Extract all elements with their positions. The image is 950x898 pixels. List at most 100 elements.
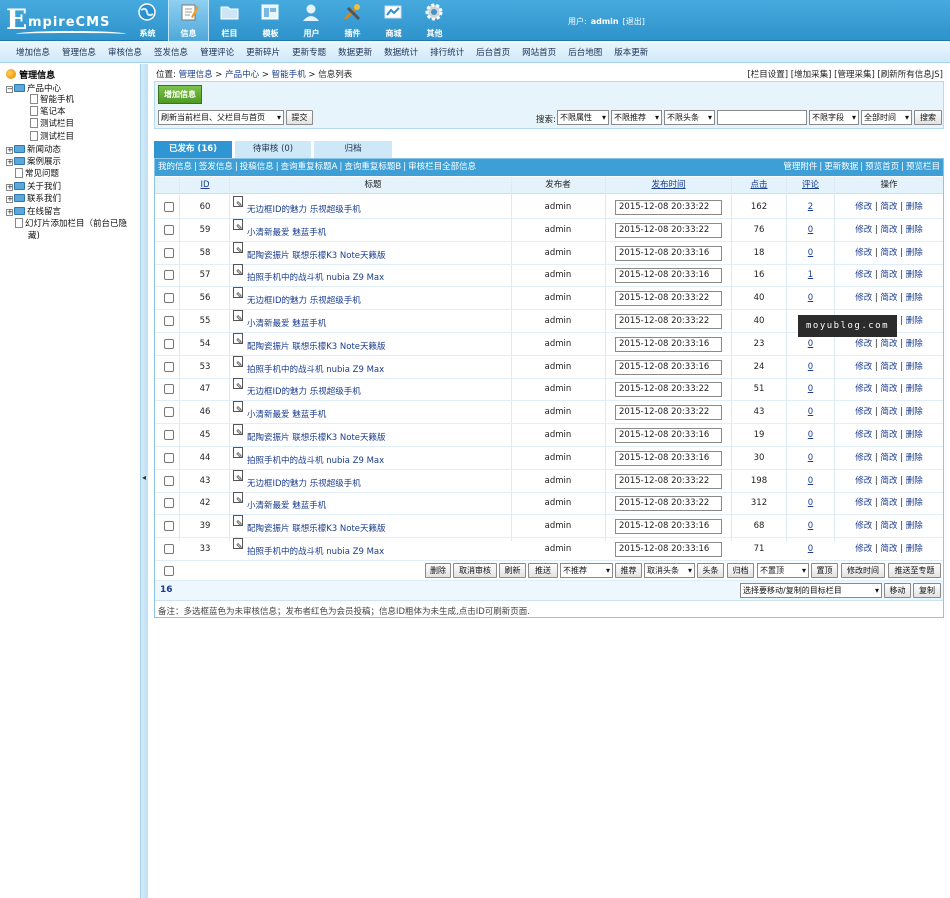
row-id[interactable]: 39 bbox=[185, 515, 225, 538]
row-quick-edit-link[interactable]: 简改 bbox=[880, 248, 897, 258]
expand-icon[interactable]: + bbox=[6, 196, 13, 203]
row-edit-link[interactable]: 修改 bbox=[855, 362, 872, 372]
tree-node[interactable]: + 在线留言 bbox=[6, 205, 61, 217]
expand-icon[interactable]: + bbox=[6, 147, 13, 154]
select-all-checkbox[interactable] bbox=[164, 566, 174, 576]
col-id[interactable]: ID bbox=[185, 177, 225, 194]
tree-node[interactable]: 藏) bbox=[28, 229, 40, 241]
row-comments-link[interactable]: 0 bbox=[808, 544, 813, 554]
top-right-links[interactable]: [栏目设置] [增加采集] [管理采集] [刷新所有信息JS] bbox=[747, 68, 943, 80]
row-title-link[interactable]: 小清新最爱 魅蓝手机 bbox=[247, 228, 326, 238]
row-edit-link[interactable]: 修改 bbox=[855, 407, 872, 417]
row-delete-link[interactable]: 删除 bbox=[906, 453, 923, 463]
row-checkbox[interactable] bbox=[164, 293, 174, 304]
breadcrumb-link-manage[interactable]: 管理信息 bbox=[179, 70, 213, 80]
row-quick-edit-link[interactable]: 简改 bbox=[880, 476, 897, 486]
row-quick-edit-link[interactable]: 简改 bbox=[880, 270, 897, 280]
row-id[interactable]: 58 bbox=[185, 242, 225, 265]
tab-archived[interactable]: 归档 bbox=[314, 141, 392, 158]
submenu-item[interactable]: 签发信息 bbox=[154, 46, 188, 58]
submenu-item[interactable]: 后台首页 bbox=[476, 46, 510, 58]
row-time-input[interactable]: 2015-12-08 20:33:16 bbox=[615, 542, 722, 557]
row-comments-link[interactable]: 0 bbox=[808, 339, 813, 349]
row-comments-link[interactable]: 1 bbox=[808, 270, 813, 280]
collapse-arrow-icon[interactable]: ◂ bbox=[142, 473, 146, 482]
bulk-top-button[interactable]: 置顶 bbox=[811, 563, 838, 578]
nav-edit[interactable]: 信息 bbox=[168, 0, 209, 41]
row-comments-link[interactable]: 0 bbox=[808, 498, 813, 508]
empirecms-logo[interactable]: E mpireCMS bbox=[6, 3, 126, 36]
subnav-link[interactable]: 预览栏目 bbox=[906, 162, 940, 172]
row-delete-link[interactable]: 删除 bbox=[906, 384, 923, 394]
nav-tools[interactable]: 插件 bbox=[332, 0, 373, 41]
row-edit-link[interactable]: 修改 bbox=[855, 248, 872, 258]
nav-template[interactable]: 模板 bbox=[250, 0, 291, 41]
expand-icon[interactable]: + bbox=[6, 209, 13, 216]
row-delete-link[interactable]: 删除 bbox=[906, 362, 923, 372]
row-quick-edit-link[interactable]: 简改 bbox=[880, 293, 897, 303]
row-checkbox[interactable] bbox=[164, 521, 174, 532]
row-delete-link[interactable]: 删除 bbox=[906, 270, 923, 280]
row-title-link[interactable]: 拍照手机中的战斗机 nubia Z9 Max bbox=[247, 547, 384, 557]
bulk-unapprove-button[interactable]: 取消审核 bbox=[453, 563, 497, 578]
tree-node[interactable]: 常见问题 bbox=[6, 167, 59, 179]
nav-gear[interactable]: 其他 bbox=[414, 0, 455, 41]
row-comments-link[interactable]: 0 bbox=[808, 362, 813, 372]
row-checkbox[interactable] bbox=[164, 316, 174, 326]
row-comments-link[interactable]: 0 bbox=[808, 476, 813, 486]
recommend-filter-select[interactable]: 不限推荐 bbox=[611, 110, 662, 125]
submenu-item[interactable]: 更新碎片 bbox=[246, 46, 280, 58]
row-time-input[interactable]: 2015-12-08 20:33:16 bbox=[615, 268, 722, 284]
submenu-item[interactable]: 管理信息 bbox=[62, 46, 96, 58]
sidebar-splitter[interactable]: ◂ bbox=[140, 64, 148, 898]
submenu-item[interactable]: 版本更新 bbox=[614, 46, 648, 58]
row-title-link[interactable]: 小清新最爱 魅蓝手机 bbox=[247, 319, 326, 329]
row-delete-link[interactable]: 删除 bbox=[906, 430, 923, 440]
row-time-input[interactable]: 2015-12-08 20:33:16 bbox=[615, 450, 722, 466]
row-quick-edit-link[interactable]: 简改 bbox=[880, 339, 897, 349]
bulk-recommend-button[interactable]: 推荐 bbox=[615, 563, 642, 578]
row-comments-link[interactable]: 0 bbox=[808, 384, 813, 394]
row-edit-link[interactable]: 修改 bbox=[855, 430, 872, 440]
row-time-input[interactable]: 2015-12-08 20:33:16 bbox=[615, 245, 722, 261]
search-input[interactable] bbox=[717, 110, 807, 125]
field-filter-select[interactable]: 不限字段 bbox=[809, 110, 859, 125]
row-id[interactable]: 55 bbox=[185, 310, 225, 333]
row-delete-link[interactable]: 删除 bbox=[906, 316, 923, 326]
row-quick-edit-link[interactable]: 简改 bbox=[880, 453, 897, 463]
row-quick-edit-link[interactable]: 简改 bbox=[880, 225, 897, 235]
row-comments-link[interactable]: 2 bbox=[808, 202, 813, 212]
add-info-button[interactable]: 增加信息 bbox=[158, 85, 202, 104]
row-id[interactable]: 43 bbox=[185, 470, 225, 493]
row-id[interactable]: 57 bbox=[185, 264, 225, 287]
subnav-link[interactable]: 查询重复标题A bbox=[281, 162, 338, 172]
row-title-link[interactable]: 配陶瓷振片 联想乐檬K3 Note天籁版 bbox=[247, 342, 386, 352]
submenu-item[interactable]: 增加信息 bbox=[16, 46, 50, 58]
expand-icon[interactable]: + bbox=[6, 159, 13, 166]
tree-node[interactable]: + 案例展示 bbox=[6, 155, 61, 167]
subnav-link[interactable]: 查询重复标题B bbox=[344, 162, 401, 172]
row-title-link[interactable]: 配陶瓷振片 联想乐檬K3 Note天籁版 bbox=[247, 251, 386, 261]
row-time-input[interactable]: 2015-12-08 20:33:22 bbox=[615, 314, 722, 329]
time-filter-select[interactable]: 全部时间 bbox=[861, 110, 912, 125]
row-title-link[interactable]: 拍照手机中的战斗机 nubia Z9 Max bbox=[247, 456, 384, 466]
tree-node[interactable]: 笔记本 bbox=[30, 105, 66, 117]
subnav-link[interactable]: 管理附件 bbox=[783, 162, 817, 172]
row-delete-link[interactable]: 删除 bbox=[906, 202, 923, 212]
submenu-item[interactable]: 审核信息 bbox=[108, 46, 142, 58]
move-button[interactable]: 移动 bbox=[884, 583, 911, 598]
headline-filter-select[interactable]: 不限头条 bbox=[664, 110, 715, 125]
row-title-link[interactable]: 小清新最爱 魅蓝手机 bbox=[247, 501, 326, 511]
headline-level-select[interactable]: 取消头条 bbox=[644, 563, 695, 578]
row-checkbox[interactable] bbox=[164, 338, 174, 349]
row-title-link[interactable]: 无边框ID的魅力 乐视超级手机 bbox=[247, 479, 361, 489]
row-edit-link[interactable]: 修改 bbox=[855, 270, 872, 280]
row-comments-link[interactable]: 0 bbox=[808, 430, 813, 440]
row-id[interactable]: 47 bbox=[185, 378, 225, 401]
bulk-headline-button[interactable]: 头条 bbox=[697, 563, 724, 578]
subnav-link[interactable]: 更新数据 bbox=[824, 162, 858, 172]
row-delete-link[interactable]: 删除 bbox=[906, 498, 923, 508]
row-time-input[interactable]: 2015-12-08 20:33:22 bbox=[615, 405, 722, 421]
row-edit-link[interactable]: 修改 bbox=[855, 521, 872, 531]
row-title-link[interactable]: 拍照手机中的战斗机 nubia Z9 Max bbox=[247, 365, 384, 375]
